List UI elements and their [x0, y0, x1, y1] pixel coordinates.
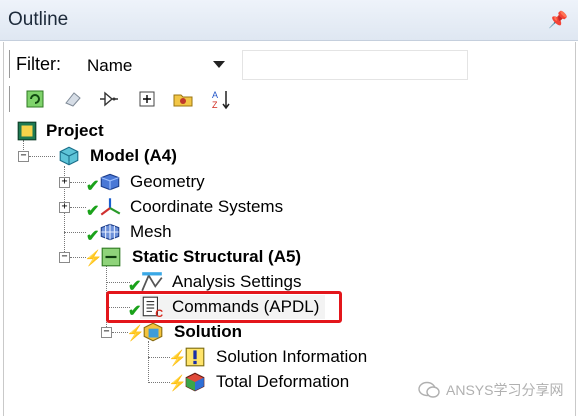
highlight-box: [106, 291, 342, 323]
tree-item-solution[interactable]: Solution: [142, 320, 242, 344]
tree-item-label: Analysis Settings: [172, 272, 302, 291]
static-structural-icon: [101, 247, 121, 267]
tree-item-label: Static Structural (A5): [132, 247, 302, 266]
tree-item-geometry[interactable]: Geometry: [98, 170, 205, 194]
tree-item-mesh[interactable]: Mesh: [98, 220, 172, 244]
tree-item-project[interactable]: Project: [16, 119, 104, 143]
tree-item-total-deformation[interactable]: Total Deformation: [184, 370, 349, 394]
coordinate-systems-icon: [100, 198, 121, 216]
outline-tree: Project − Model (A4) + ✔ Geometry + ✔ Co…: [0, 0, 578, 416]
tree-item-label: Model (A4): [90, 146, 177, 165]
tree-item-label: Mesh: [130, 222, 172, 241]
wechat-icon: [418, 381, 440, 398]
solution-icon: [143, 322, 163, 342]
tree-item-label: Geometry: [130, 172, 205, 191]
tree-item-coordinate-systems[interactable]: Coordinate Systems: [98, 195, 283, 219]
collapse-toggle[interactable]: −: [101, 327, 112, 338]
total-deformation-icon: [185, 372, 205, 392]
collapse-toggle[interactable]: −: [18, 151, 29, 162]
watermark: ANSYS学习分享网: [418, 380, 563, 400]
tree-item-model[interactable]: Model (A4): [58, 144, 177, 168]
watermark-text: ANSYS学习分享网: [446, 382, 564, 398]
tree-item-label: Coordinate Systems: [130, 197, 284, 216]
expand-toggle[interactable]: +: [59, 202, 70, 213]
collapse-toggle[interactable]: −: [59, 252, 70, 263]
tree-item-label: Project: [46, 121, 104, 140]
tree-item-label: Solution Information: [216, 347, 368, 366]
expand-toggle[interactable]: +: [59, 177, 70, 188]
project-icon: [17, 121, 37, 141]
mesh-icon: [100, 223, 120, 241]
analysis-settings-icon: [141, 272, 163, 292]
tree-item-static-structural[interactable]: Static Structural (A5): [100, 245, 301, 269]
tree-item-label: Total Deformation: [216, 372, 350, 391]
geometry-icon: [100, 173, 120, 191]
tree-item-solution-information[interactable]: Solution Information: [184, 345, 367, 369]
model-icon: [59, 146, 79, 166]
tree-item-label: Solution: [174, 322, 242, 341]
solution-information-icon: [185, 347, 205, 367]
